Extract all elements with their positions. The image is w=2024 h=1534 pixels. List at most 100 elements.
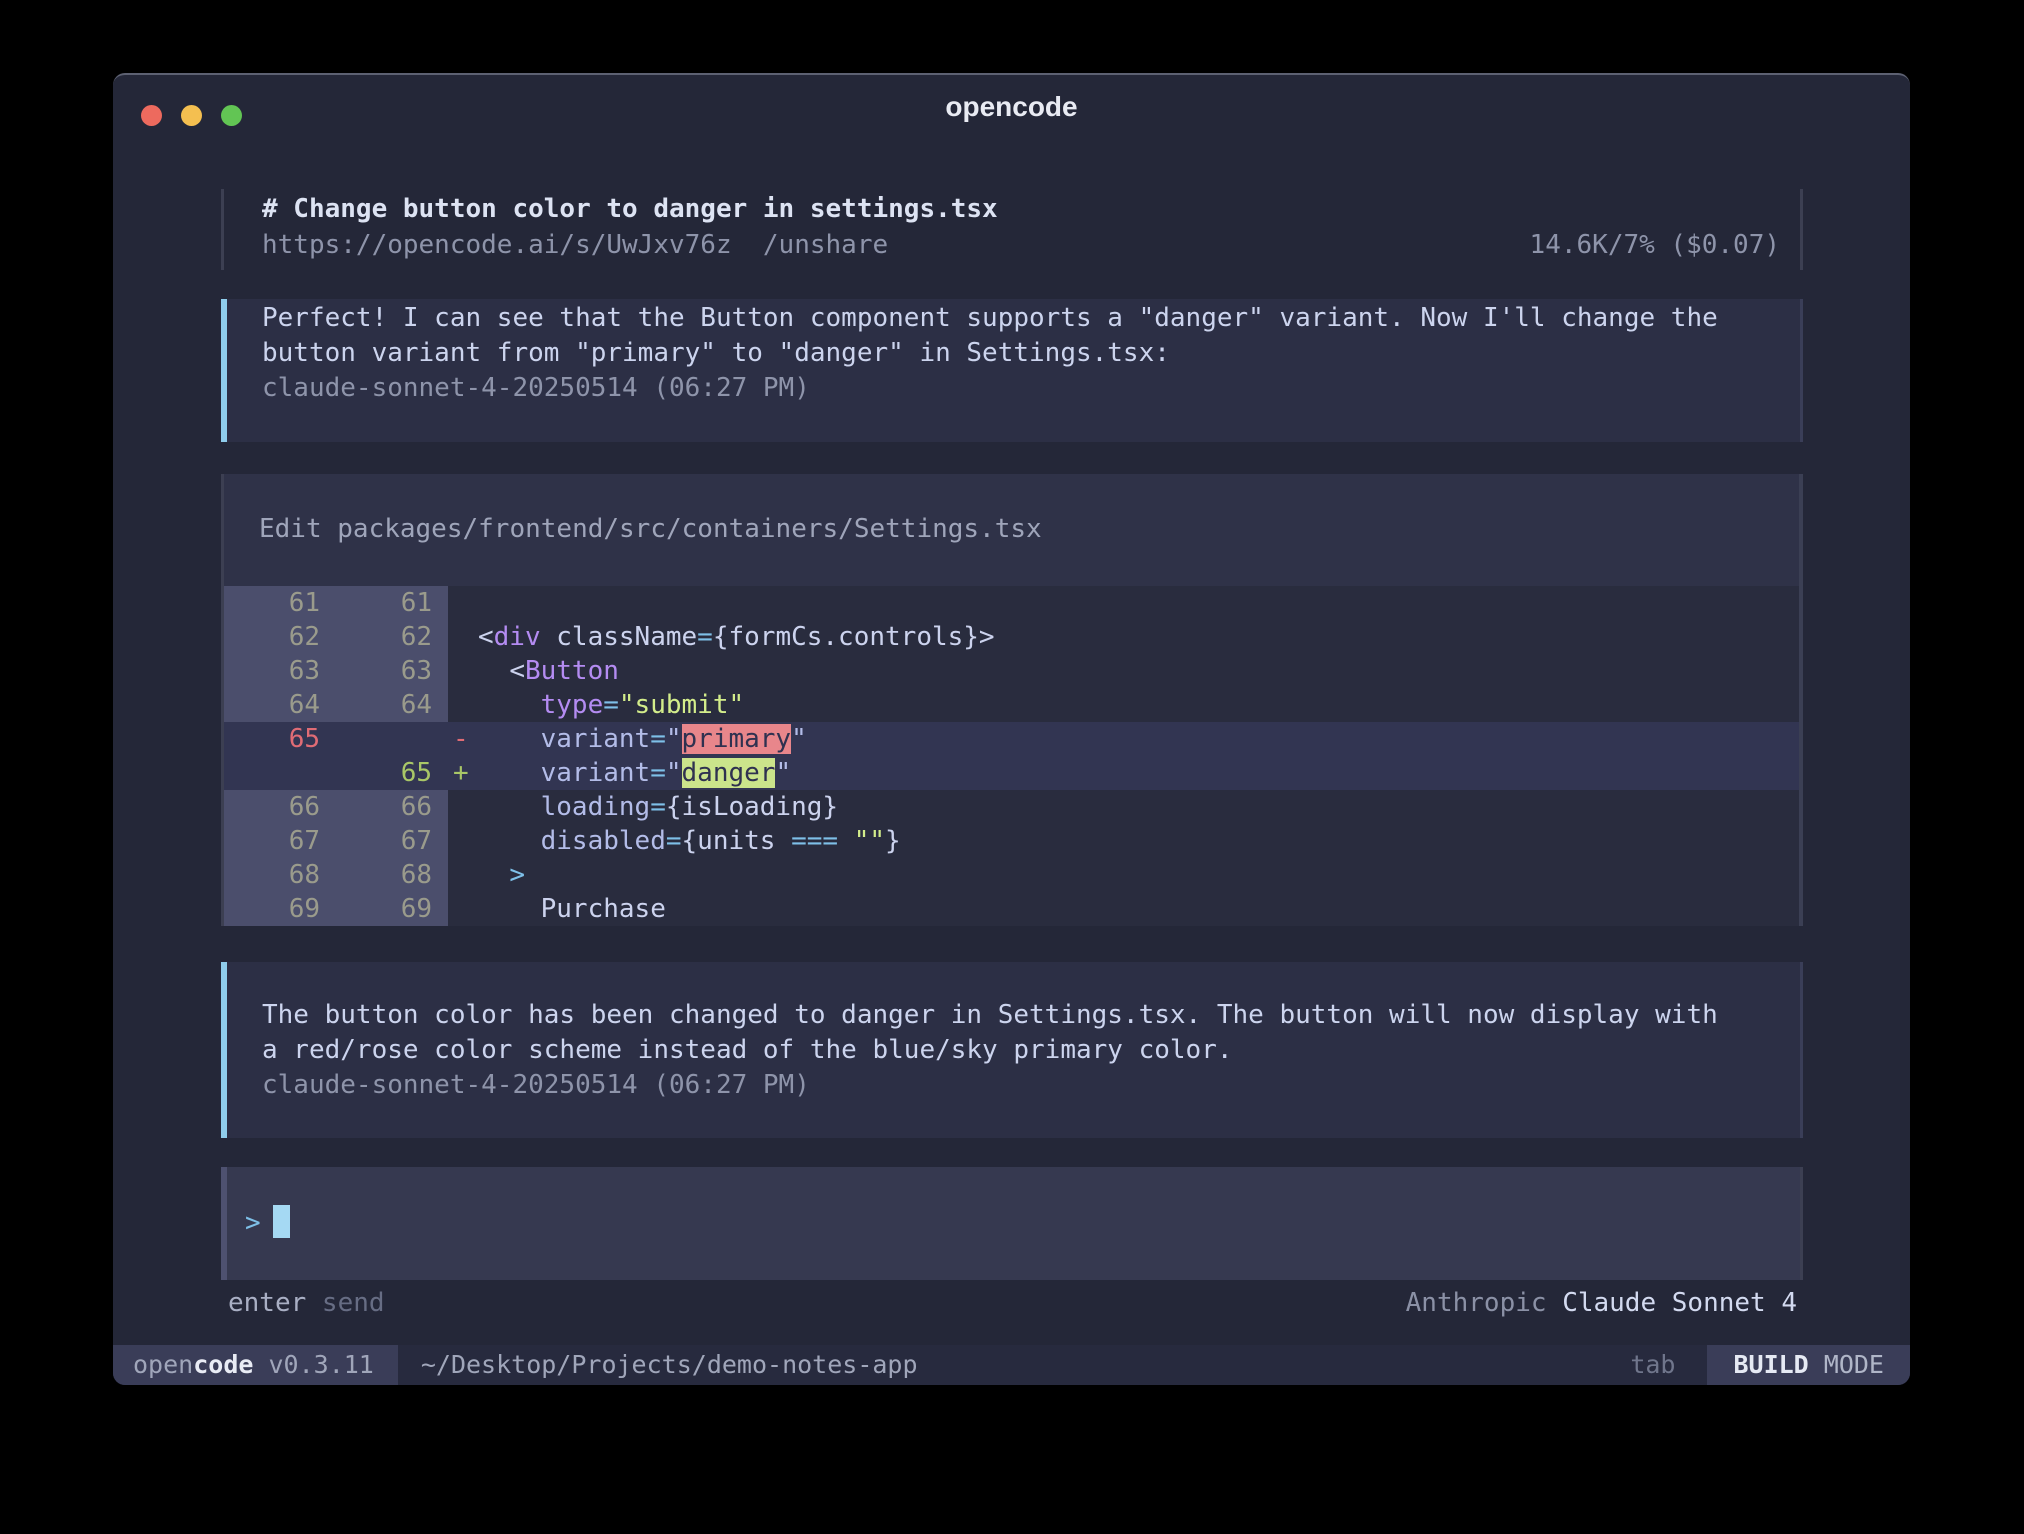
diff-row: 6363 <Button [224,654,1799,688]
share-url-line: https://opencode.ai/s/UwJxv76z/unshare [262,227,998,263]
code-segment: = [697,622,713,652]
line-number-old: 66 [224,790,336,824]
code-segment: < [478,622,494,652]
session-header-left: # Change button color to danger in setti… [262,191,998,263]
diff-marker [448,654,478,688]
zoom-window-button[interactable] [221,105,242,126]
diff-code-line: loading={isLoading} [478,790,1799,824]
session-header: # Change button color to danger in setti… [221,189,1803,270]
code-segment: "" [854,826,885,856]
diff-marker: - [448,722,478,756]
mode-build-label: BUILD [1733,1350,1808,1379]
code-segment [478,758,541,788]
code-segment: === [791,826,838,856]
line-number-new: 63 [336,654,448,688]
diff-marker [448,586,478,620]
code-segment: "submit" [619,690,744,720]
assistant-message: The button color has been changed to dan… [221,962,1803,1138]
diff-code-line: disabled={units === ""} [478,824,1799,858]
mode-chip[interactable]: BUILD MODE [1707,1345,1910,1385]
app-name-code: code [193,1350,253,1379]
code-segment: " [775,758,791,788]
diff-marker [448,824,478,858]
diff-row: 6868 > [224,858,1799,892]
line-number-old: 67 [224,824,336,858]
diff-marker [448,858,478,892]
text-cursor [273,1205,290,1238]
model-name: Claude Sonnet 4 [1562,1288,1797,1318]
session-header-right: 14.6K/7% ($0.07) [1530,191,1780,263]
line-number-old: 68 [224,858,336,892]
assistant-message-text: The button color has been changed to dan… [262,998,1800,1068]
code-segment [478,860,509,890]
app-version-chip: opencode v0.3.11 [113,1345,398,1385]
diff-row: 6666 loading={isLoading} [224,790,1799,824]
send-action-label: send [322,1288,385,1318]
app-name-open: open [133,1350,193,1379]
line-number-new: 65 [336,756,448,790]
diff-marker [448,790,478,824]
app-version: v0.3.11 [268,1350,373,1379]
code-segment: Purchase [541,894,666,924]
token-cost-stats: 14.6K/7% ($0.07) [1530,227,1780,263]
code-segment: " [666,724,682,754]
assistant-message-meta: claude-sonnet-4-20250514 (06:27 PM) [262,371,1800,406]
unshare-command[interactable]: /unshare [763,230,888,260]
hint-bar: entersend AnthropicClaude Sonnet 4 [221,1280,1803,1321]
line-number-new: 62 [336,620,448,654]
line-number-old: 69 [224,892,336,926]
diff-row: 6969 Purchase [224,892,1799,926]
diff-code-line: Purchase [478,892,1799,926]
code-segment: = [650,758,666,788]
code-segment: variant [541,724,651,754]
diff-code-line: <Button [478,654,1799,688]
code-segment: " [791,724,807,754]
line-number-new: 64 [336,688,448,722]
code-segment: < [509,656,525,686]
assistant-message-meta: claude-sonnet-4-20250514 (06:27 PM) [262,1068,1800,1103]
message-line: a red/rose color scheme instead of the b… [262,1033,1800,1068]
diff-row: 6161 [224,586,1799,620]
code-segment [478,792,541,822]
code-segment: type [541,690,604,720]
message-line: The button color has been changed to dan… [262,998,1800,1033]
line-number-new: 69 [336,892,448,926]
line-number-new: 66 [336,790,448,824]
minimize-window-button[interactable] [181,105,202,126]
line-number-old: 65 [224,722,336,756]
diff-code-line: variant="danger" [478,756,1799,790]
mode-label: MODE [1824,1350,1884,1379]
code-segment: = [603,690,619,720]
code-segment: = [650,792,666,822]
code-segment: disabled [541,826,666,856]
diff-marker [448,892,478,926]
code-segment: loading [541,792,651,822]
line-number-old: 61 [224,586,336,620]
session-title: # Change button color to danger in setti… [262,191,998,227]
assistant-message: Perfect! I can see that the Button compo… [221,299,1803,442]
code-segment [478,656,509,686]
diff-code-line: variant="primary" [478,722,1799,756]
diff-code-line [478,586,1799,620]
opencode-window: opencode # Change button color to danger… [113,73,1910,1385]
line-number-old: 63 [224,654,336,688]
diff-marker [448,688,478,722]
line-number-old: 62 [224,620,336,654]
share-url[interactable]: https://opencode.ai/s/UwJxv76z [262,230,732,260]
diff-rows: 61616262<div className={formCs.controls}… [224,586,1799,926]
session-content: # Change button color to danger in setti… [221,189,1803,1321]
code-segment: " [666,758,682,788]
code-segment: danger [682,758,776,788]
prompt-symbol: > [245,1208,261,1238]
line-number-old [224,756,336,790]
prompt-input[interactable]: > [221,1167,1803,1280]
code-segment: = [666,826,682,856]
close-window-button[interactable] [141,105,162,126]
diff-code-line: type="submit" [478,688,1799,722]
code-segment: variant [541,758,651,788]
diff-marker [448,620,478,654]
code-segment [478,690,541,720]
diff-row: 65 - variant="primary" [224,722,1799,756]
code-segment: className [541,622,698,652]
tab-key-hint: tab [1630,1345,1675,1385]
